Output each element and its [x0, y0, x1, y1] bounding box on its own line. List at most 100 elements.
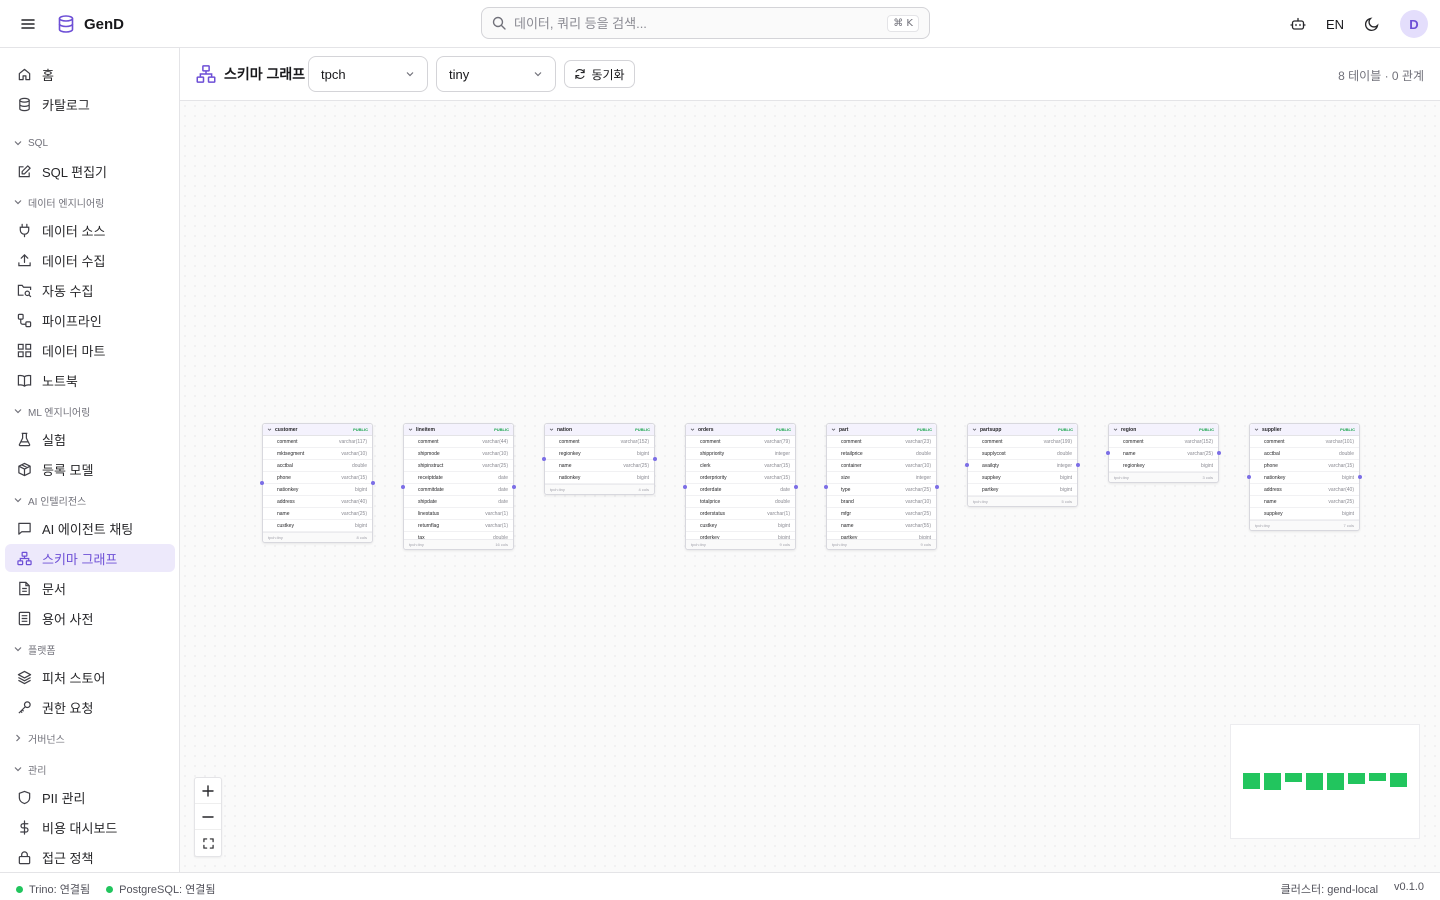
- sidebar-item-registered-model[interactable]: 등록 모델: [5, 455, 175, 483]
- connection-handle-left[interactable]: [542, 457, 546, 461]
- sidebar-item-pipeline[interactable]: 파이프라인: [5, 306, 175, 334]
- sidebar-item-label: 데이터 마트: [42, 343, 106, 359]
- avatar[interactable]: D: [1400, 10, 1428, 38]
- sidebar-item-schema-graph[interactable]: 스키마 그래프: [5, 544, 175, 572]
- table-node-header[interactable]: part PUBLIC: [827, 424, 936, 436]
- sidebar-item-glossary[interactable]: 용어 사전: [5, 604, 175, 632]
- chevron-down-icon[interactable]: [549, 427, 554, 432]
- zoom-in-button[interactable]: [195, 778, 221, 804]
- global-search[interactable]: ⌘ K: [481, 7, 930, 39]
- connection-handle-right[interactable]: [653, 457, 657, 461]
- table-node-partsupp[interactable]: partsupp PUBLIC comment varchar(199) supplyc…: [965, 423, 1080, 507]
- sidebar-item-catalog[interactable]: 카탈로그: [5, 90, 175, 118]
- table-node-header[interactable]: orders PUBLIC: [686, 424, 795, 436]
- chevron-down-icon[interactable]: [831, 427, 836, 432]
- connection-handle-right[interactable]: [1358, 475, 1362, 479]
- table-node-part[interactable]: part PUBLIC comment varchar(23) retailprice d…: [824, 423, 939, 551]
- chevron-down-icon[interactable]: [408, 427, 413, 432]
- chevron-down-icon[interactable]: [1113, 427, 1118, 432]
- connection-handle-left[interactable]: [401, 484, 405, 489]
- connection-handle-right[interactable]: [371, 481, 375, 485]
- sidebar-item-experiment[interactable]: 실험: [5, 425, 175, 453]
- sidebar-item-data-source[interactable]: 데이터 소스: [5, 216, 175, 244]
- language-toggle[interactable]: EN: [1326, 17, 1344, 32]
- sidebar-item-sql-editor[interactable]: SQL 편집기: [5, 157, 175, 185]
- table-node-header[interactable]: lineitem PUBLIC: [404, 424, 513, 436]
- fit-view-button[interactable]: [195, 830, 221, 856]
- sidebar-item-access-request[interactable]: 권한 요청: [5, 693, 175, 721]
- table-node-header[interactable]: customer PUBLIC: [263, 424, 372, 436]
- sync-button[interactable]: 동기화: [564, 60, 635, 88]
- section-sql[interactable]: SQL: [13, 135, 48, 151]
- graph-canvas[interactable]: customer PUBLIC comment varchar(117) mktsegm…: [180, 101, 1440, 872]
- connection-handle-right[interactable]: [794, 484, 798, 489]
- column-name: nationkey: [559, 474, 581, 481]
- sidebar-item-data-ingest[interactable]: 데이터 수집: [5, 246, 175, 274]
- column-row: partkey bigint: [968, 484, 1077, 496]
- table-node-region[interactable]: region PUBLIC comment varchar(152) name varch…: [1106, 423, 1221, 483]
- sidebar-item-label: 카탈로그: [42, 97, 90, 113]
- connection-handle-right[interactable]: [935, 484, 939, 489]
- connection-handle-left[interactable]: [260, 481, 264, 485]
- table-node-header[interactable]: region PUBLIC: [1109, 424, 1218, 436]
- section-ai-intelligence[interactable]: AI 인텔리전스: [13, 492, 86, 508]
- bot-icon[interactable]: [1286, 12, 1310, 36]
- connection-handle-right[interactable]: [1076, 463, 1080, 467]
- section-label: AI 인텔리전스: [28, 496, 87, 508]
- table-node-supplier[interactable]: supplier PUBLIC comment varchar(101) acctbal…: [1247, 423, 1362, 531]
- sidebar-item-cost-dashboard[interactable]: 비용 대시보드: [5, 813, 175, 841]
- minimap[interactable]: [1230, 724, 1420, 839]
- schema-select[interactable]: tiny: [436, 56, 556, 92]
- chevron-down-icon[interactable]: [972, 427, 977, 432]
- sidebar-item-documents[interactable]: 문서: [5, 574, 175, 602]
- search-input[interactable]: [514, 15, 880, 31]
- column-row: name varchar(25): [1250, 496, 1359, 508]
- section-admin[interactable]: 관리: [13, 761, 46, 777]
- sidebar-item-access-policy[interactable]: 접근 정책: [5, 843, 175, 871]
- connection-handle-right[interactable]: [512, 484, 516, 489]
- table-node-lineitem[interactable]: lineitem PUBLIC comment varchar(44) shipmode…: [401, 423, 516, 551]
- connection-handle-left[interactable]: [824, 484, 828, 489]
- sidebar-item-auto-ingest[interactable]: 자동 수집: [5, 276, 175, 304]
- connection-handle-left[interactable]: [1247, 475, 1251, 479]
- section-ml-engineering[interactable]: ML 엔지니어링: [13, 403, 90, 419]
- catalog-select[interactable]: tpch: [308, 56, 428, 92]
- sidebar-item-feature-store[interactable]: 피처 스토어: [5, 663, 175, 691]
- zoom-out-button[interactable]: [195, 804, 221, 830]
- section-data-engineering[interactable]: 데이터 엔지니어링: [13, 194, 104, 210]
- database-logo-icon: [56, 14, 76, 34]
- table-node-header[interactable]: nation PUBLIC: [545, 424, 654, 436]
- sidebar-item-home[interactable]: 홈: [5, 60, 175, 88]
- menu-icon[interactable]: [16, 12, 40, 36]
- sidebar-item-label: 자동 수집: [42, 283, 94, 299]
- sidebar-item-label: 홈: [42, 67, 54, 83]
- column-row: tax double: [404, 532, 513, 540]
- section-platform[interactable]: 플랫폼: [13, 641, 56, 657]
- sidebar-item-pii-mgmt[interactable]: PII 관리: [5, 783, 175, 811]
- connection-handle-left[interactable]: [965, 463, 969, 467]
- column-name: size: [841, 474, 850, 481]
- brand[interactable]: GenD: [56, 12, 124, 36]
- schema-badge: PUBLIC: [776, 427, 791, 432]
- chevron-down-icon[interactable]: [267, 427, 272, 432]
- chevron-down-icon[interactable]: [1254, 427, 1259, 432]
- column-count: 4 cols: [638, 487, 649, 492]
- table-node-header[interactable]: supplier PUBLIC: [1250, 424, 1359, 436]
- table-node-header[interactable]: partsupp PUBLIC: [968, 424, 1077, 436]
- moon-icon[interactable]: [1360, 12, 1384, 36]
- connection-handle-left[interactable]: [683, 484, 687, 489]
- column-name: availqty: [982, 462, 999, 469]
- main-area: 스키마 그래프 tpch tiny 동기화 8 테이블 · 0 관계 custo…: [180, 48, 1440, 872]
- chevron-down-icon[interactable]: [690, 427, 695, 432]
- column-count: 9 cols: [920, 542, 931, 548]
- table-node-orders[interactable]: orders PUBLIC comment varchar(79) shippriori…: [683, 423, 798, 551]
- section-governance[interactable]: 거버넌스: [13, 730, 65, 746]
- connection-handle-right[interactable]: [1217, 451, 1221, 455]
- column-row: comment varchar(152): [1109, 436, 1218, 448]
- sidebar-item-data-mart[interactable]: 데이터 마트: [5, 336, 175, 364]
- sidebar-item-notebook[interactable]: 노트북: [5, 366, 175, 394]
- table-node-customer[interactable]: customer PUBLIC comment varchar(117) mktsegm…: [260, 423, 375, 543]
- connection-handle-left[interactable]: [1106, 451, 1110, 455]
- table-node-nation[interactable]: nation PUBLIC comment varchar(152) regionkey…: [542, 423, 657, 495]
- sidebar-item-ai-agent-chat[interactable]: AI 에이전트 채팅: [5, 514, 175, 542]
